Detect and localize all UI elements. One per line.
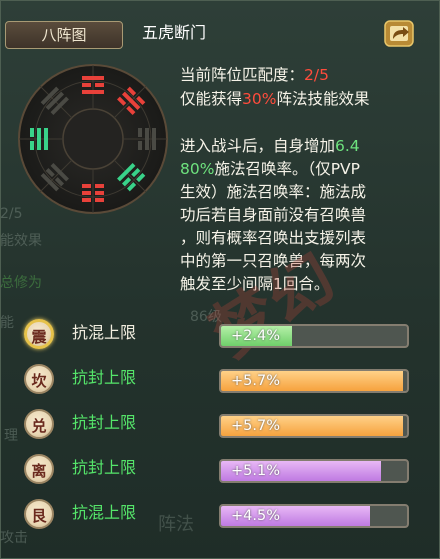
stat-row: 艮抗混上限 +4.5% xyxy=(0,496,440,536)
share-icon[interactable] xyxy=(382,18,416,48)
stat-value: +5.7% xyxy=(231,418,280,434)
trigram-badge[interactable]: 兑 xyxy=(24,409,54,439)
stat-row: 兑抗封上限 +5.7% xyxy=(0,406,440,446)
ghost-text: 总修为 xyxy=(0,275,42,291)
trigram-badge[interactable]: 艮 xyxy=(24,499,54,529)
stat-label: 抗封上限 xyxy=(72,413,137,432)
trigram-badge[interactable]: 震 xyxy=(24,319,54,349)
stat-bar: +2.4% xyxy=(219,324,409,348)
desc-line: 生效）施法召唤率：施法成 xyxy=(180,183,367,201)
effect-line: 仅能获得30%阵法技能效果 xyxy=(180,90,370,108)
stat-row: 坎抗封上限 +5.7% xyxy=(0,361,440,401)
stat-bar: +5.1% xyxy=(219,459,409,483)
stat-bar: +4.5% xyxy=(219,504,409,528)
stat-value: +4.5% xyxy=(231,508,280,524)
stat-label: 抗封上限 xyxy=(72,458,137,477)
trigram-badge[interactable]: 离 xyxy=(24,454,54,484)
stat-label: 抗封上限 xyxy=(72,368,137,387)
formation-panel: 八阵图 五虎断门 2/5 能效果 总修为 86级 能 理 阵法 攻击 当前阵位匹… xyxy=(0,0,440,559)
desc-line: 功后若自身面前没有召唤兽 xyxy=(180,206,367,224)
stat-label: 抗混上限 xyxy=(72,503,137,522)
stat-value: +5.7% xyxy=(231,373,280,389)
desc-line: 进入战斗后，自身增加6.4 xyxy=(180,137,360,155)
desc-line: 80%施法召唤率。（仅PVP xyxy=(180,160,361,178)
stat-bar: +5.7% xyxy=(219,414,409,438)
ghost-text: 能效果 xyxy=(0,233,42,249)
stat-value: +5.1% xyxy=(231,463,280,479)
match-line: 当前阵位匹配度：2/5 xyxy=(180,66,329,84)
stat-row: 震抗混上限 +2.4% xyxy=(0,316,440,356)
formation-name: 五虎断门 xyxy=(142,23,207,42)
stat-label: 抗混上限 xyxy=(72,323,137,342)
tab-bazhentu[interactable]: 八阵图 xyxy=(5,21,123,49)
trigram-badge[interactable]: 坎 xyxy=(24,364,54,394)
bagua-diagram xyxy=(18,64,168,214)
stat-value: +2.4% xyxy=(231,328,280,344)
stat-row: 离抗封上限 +5.1% xyxy=(0,451,440,491)
stat-bar: +5.7% xyxy=(219,369,409,393)
